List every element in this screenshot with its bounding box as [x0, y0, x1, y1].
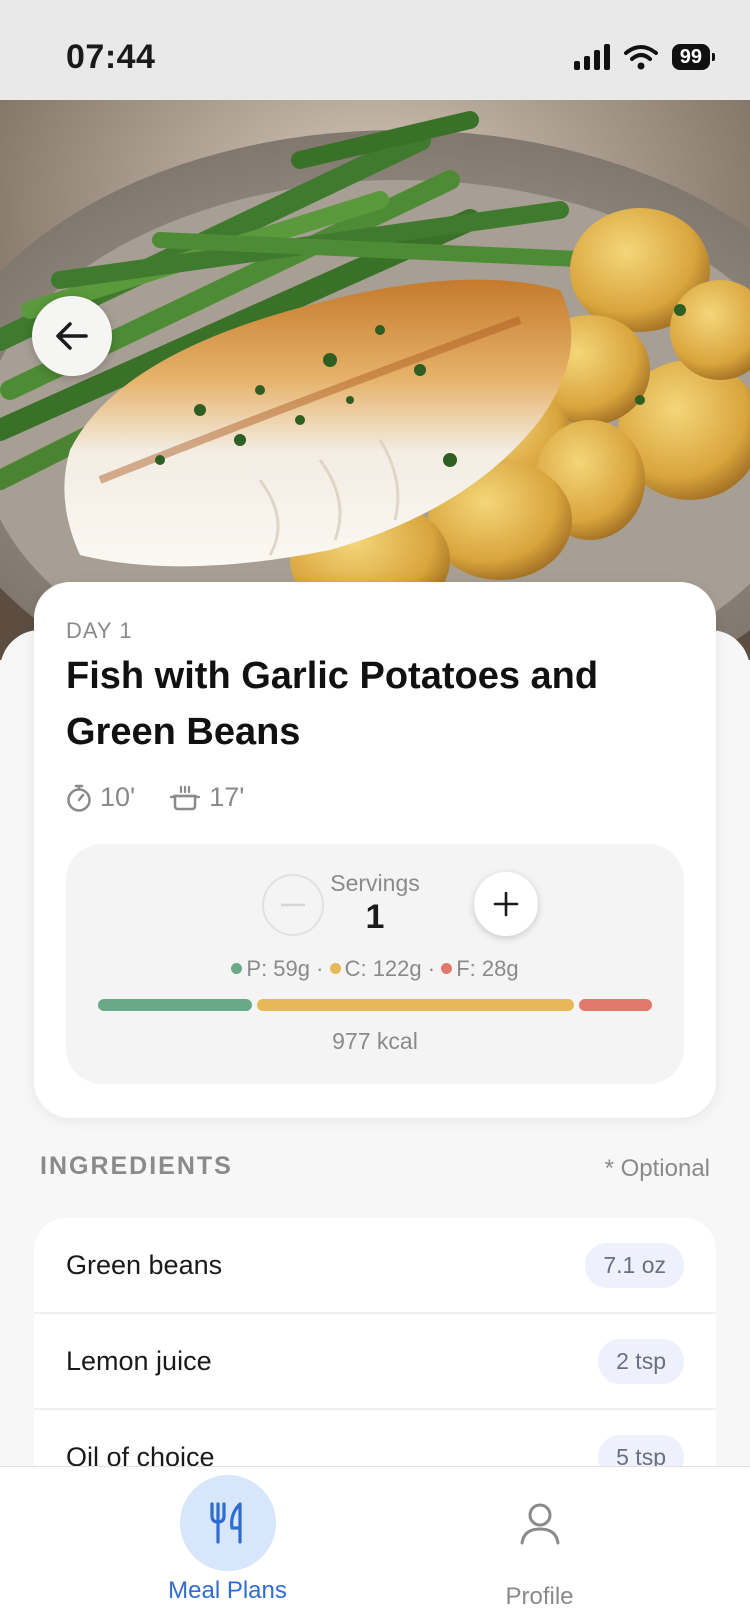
ingredient-row[interactable]: Lemon juice 2 tsp — [34, 1314, 716, 1410]
protein-bar — [98, 999, 252, 1011]
stopwatch-icon — [67, 784, 91, 812]
cook-time: 17' — [169, 782, 244, 813]
tab-profile[interactable]: Profile — [352, 1467, 727, 1624]
carbs-value: C: 122g — [344, 956, 422, 981]
servings-value: 1 — [365, 898, 385, 936]
tab-label: Profile — [505, 1583, 574, 1610]
carbs-bar — [256, 999, 575, 1011]
ingredient-name: Oil of choice — [66, 1441, 215, 1469]
status-icons: 99 — [573, 44, 716, 70]
plus-icon — [493, 891, 519, 917]
tab-icon-container — [179, 1475, 276, 1571]
fat-value: F: 28g — [456, 956, 519, 981]
ingredient-quantity: 2 tsp — [598, 1338, 684, 1384]
tab-icon-container — [492, 1475, 588, 1571]
fat-dot — [441, 963, 453, 974]
separator: · — [427, 956, 442, 981]
ingredients-list: Green beans 7.1 oz Lemon juice 2 tsp Oil… — [34, 1218, 716, 1468]
day-label: DAY 1 — [66, 618, 133, 643]
macro-distribution-bar — [98, 999, 652, 1011]
recipe-summary-card: DAY 1 Fish with Garlic Potatoes and Gree… — [34, 582, 716, 1118]
recipe-title: Fish with Garlic Potatoes and Green Bean… — [66, 655, 599, 753]
wifi-icon — [623, 45, 658, 70]
ingredient-name: Lemon juice — [66, 1345, 212, 1376]
fat-bar — [579, 999, 652, 1011]
increase-servings-button[interactable] — [474, 872, 538, 936]
battery-indicator: 99 — [671, 44, 716, 70]
tab-label: Meal Plans — [168, 1577, 287, 1604]
macros-summary: P: 59g · C: 122g · F: 28g — [66, 956, 684, 982]
ingredient-quantity: 5 tsp — [598, 1434, 684, 1468]
status-bar: 07:44 99 — [0, 0, 750, 100]
cook-time-value: 17' — [209, 782, 245, 812]
bottom-tab-bar: Meal Plans Profile — [0, 1466, 750, 1624]
recipe-times: 10' 17' — [66, 782, 244, 813]
servings-nutrition-panel: Servings 1 P: 59g · C: 122g · F: 28g 977… — [66, 844, 684, 1084]
prep-time-value: 10' — [100, 782, 136, 812]
ingredients-heading: INGREDIENTS — [40, 1152, 233, 1180]
prep-time: 10' — [66, 782, 135, 813]
minus-icon — [281, 903, 305, 907]
ingredient-name: Green beans — [66, 1249, 223, 1280]
ingredient-quantity: 7.1 oz — [585, 1242, 684, 1288]
person-icon — [520, 1503, 559, 1545]
arrow-left-icon — [56, 322, 88, 350]
protein-value: P: 59g — [246, 956, 310, 981]
calories-total: 977 kcal — [332, 1028, 418, 1054]
status-time: 07:44 — [66, 38, 156, 76]
recipe-hero-image — [0, 100, 750, 660]
back-button[interactable] — [32, 296, 112, 376]
optional-note: * Optional — [604, 1155, 710, 1182]
food-photo — [0, 100, 750, 660]
servings-label: Servings — [330, 870, 420, 896]
decrease-servings-button[interactable] — [262, 874, 324, 936]
ingredient-row[interactable]: Oil of choice 5 tsp — [34, 1410, 716, 1468]
carbs-dot — [329, 963, 341, 974]
cooking-pot-icon — [170, 785, 201, 810]
protein-dot — [231, 963, 243, 974]
fork-knife-icon — [209, 1502, 242, 1544]
ingredient-row[interactable]: Green beans 7.1 oz — [34, 1218, 716, 1314]
separator: · — [316, 956, 330, 981]
cellular-signal-icon — [573, 44, 610, 70]
